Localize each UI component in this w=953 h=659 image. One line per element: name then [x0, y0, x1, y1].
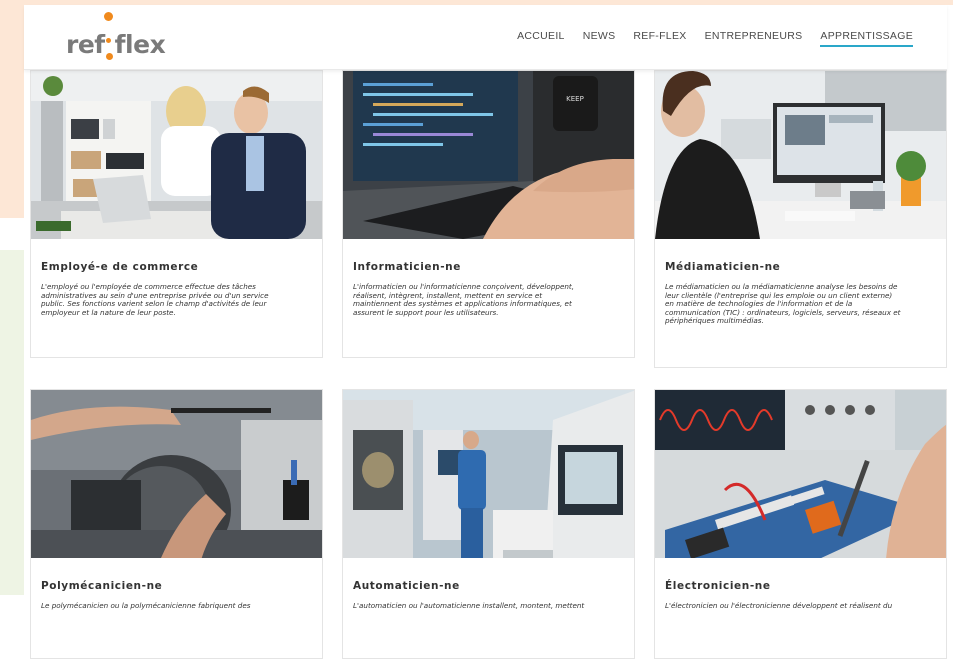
card-image	[31, 71, 322, 239]
card-image	[31, 390, 322, 558]
card-automaticien[interactable]: Automaticien-ne L'automaticien ou l'auto…	[342, 389, 635, 659]
nav-news[interactable]: NEWS	[583, 30, 616, 47]
card-image: KEEP	[343, 71, 634, 239]
logo-right-text: flex	[114, 30, 166, 59]
nav-apprentissage[interactable]: APPRENTISSAGE	[820, 30, 913, 47]
card-title: Informaticien-ne	[353, 261, 461, 273]
logo-colon-icon	[105, 38, 113, 60]
card-title: Automaticien-ne	[353, 580, 460, 592]
card-description: Le polymécanicien ou la polymécanicienne…	[41, 601, 251, 610]
card-image	[655, 390, 946, 558]
logo-dot-icon	[104, 12, 113, 21]
site-header: ref flex ACCUEIL NEWS REF-FLEX ENTREPREN…	[24, 5, 947, 70]
card-image	[655, 71, 946, 239]
card-description: L'informaticien ou l'informaticienne con…	[353, 282, 575, 317]
nav-entrepreneurs[interactable]: ENTREPRENEURS	[705, 30, 803, 47]
card-title: Employé-e de commerce	[41, 261, 199, 273]
nav-ref-flex[interactable]: REF-FLEX	[633, 30, 686, 47]
svg-text:KEEP: KEEP	[566, 95, 584, 103]
card-mediamaticien[interactable]: Médiamaticien-ne Le médiamaticien ou la …	[654, 70, 947, 368]
card-image	[343, 390, 634, 558]
card-description: L'employé ou l'employée de commerce effe…	[41, 282, 269, 317]
card-title: Électronicien-ne	[665, 580, 771, 592]
site-logo[interactable]: ref flex	[66, 12, 166, 60]
card-informaticien[interactable]: KEEP Informaticien-ne L'informaticien ou…	[342, 70, 635, 358]
page-side-band-lower	[0, 250, 24, 595]
main-nav: ACCUEIL NEWS REF-FLEX ENTREPRENEURS APPR…	[517, 30, 913, 47]
card-description: Le médiamaticien ou la médiamaticienne a…	[665, 282, 901, 326]
card-electronicien[interactable]: Électronicien-ne L'électronicien ou l'él…	[654, 389, 947, 659]
card-description: L'automaticien ou l'automaticienne insta…	[353, 601, 585, 610]
card-description: L'électronicien ou l'électronicienne dév…	[665, 601, 893, 610]
nav-accueil[interactable]: ACCUEIL	[517, 30, 565, 47]
card-polymecanicien[interactable]: Polymécanicien-ne Le polymécanicien ou l…	[30, 389, 323, 659]
card-title: Polymécanicien-ne	[41, 580, 163, 592]
card-title: Médiamaticien-ne	[665, 261, 781, 273]
card-employe-commerce[interactable]: Employé-e de commerce L'employé ou l'emp…	[30, 70, 323, 358]
logo-left-text: ref	[66, 30, 105, 59]
page-side-band	[0, 0, 24, 218]
